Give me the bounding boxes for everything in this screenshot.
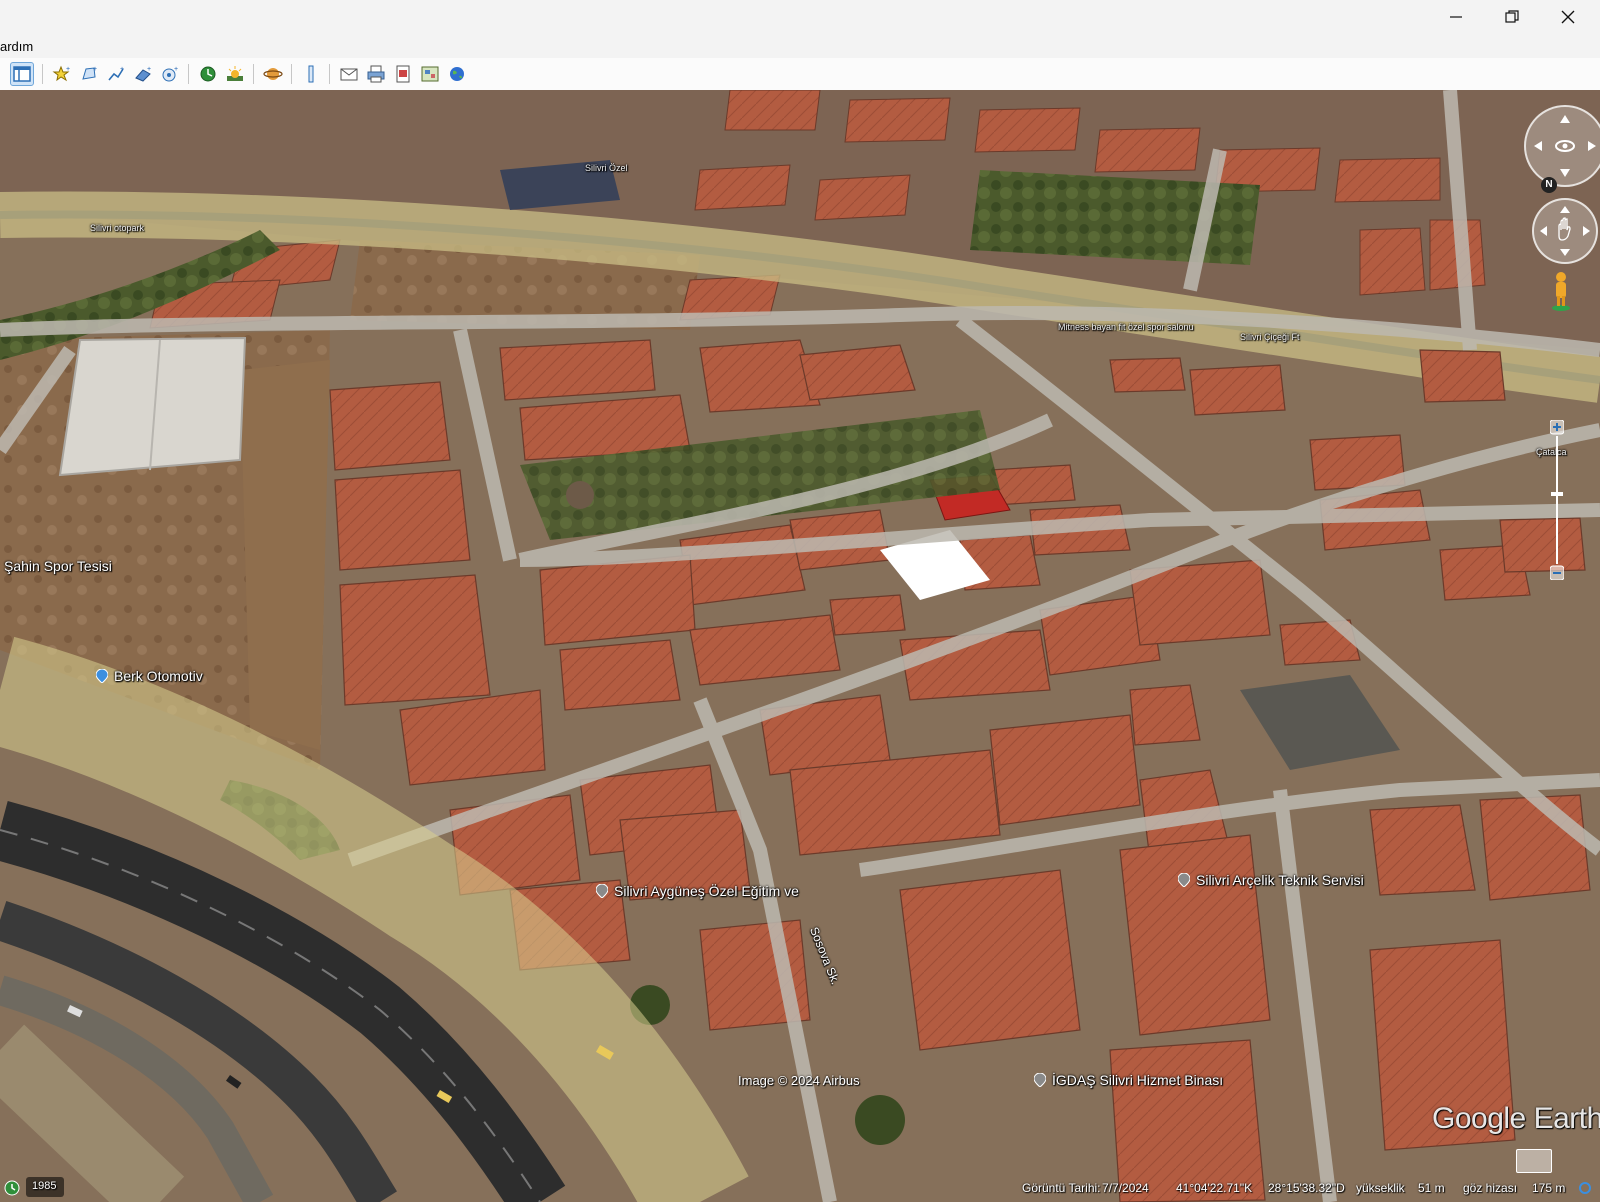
toolbar-separator (253, 64, 254, 84)
move-control[interactable] (1532, 198, 1598, 264)
poi-berk-otomotiv[interactable]: Berk Otomotiv (96, 668, 203, 684)
save-image-icon[interactable] (391, 62, 415, 86)
restore-icon[interactable] (1484, 0, 1540, 34)
year-badge[interactable]: 1985 (26, 1177, 64, 1197)
loading-indicator-icon (1579, 1182, 1591, 1194)
poi-label: İGDAŞ Silivri Hizmet Binası (1052, 1072, 1224, 1088)
google-earth-logo: Google Earth (1432, 1102, 1600, 1135)
poi-silivri-ozel[interactable]: Silivri Özel (585, 163, 628, 173)
poi-label: Silivri Aygüneş Özel Eğitim ve (614, 883, 799, 899)
toolbar: + + + + + (0, 58, 1600, 91)
poi-label: Mitness bayan fit özel spor salonu (1058, 322, 1194, 332)
sunlight-icon[interactable] (223, 62, 247, 86)
ruler-icon[interactable] (299, 62, 323, 86)
minimize-icon[interactable] (1428, 0, 1484, 34)
menu-item-help[interactable]: ardım (0, 39, 33, 54)
svg-text:+: + (120, 66, 124, 73)
year-label: 1985 (32, 1180, 57, 1192)
svg-text:+: + (174, 66, 178, 73)
path-icon[interactable]: + (104, 62, 128, 86)
elevation-label: yükseklik (1356, 1181, 1405, 1195)
toolbar-separator (291, 64, 292, 84)
poi-sahin-spor[interactable]: Şahin Spor Tesisi (4, 558, 112, 574)
historical-imagery-icon[interactable] (4, 1180, 20, 1196)
planet-icon[interactable] (261, 62, 285, 86)
map-view[interactable]: Şahin Spor Tesisi Berk Otomotiv Silivri … (0, 90, 1600, 1202)
toolbar-separator (329, 64, 330, 84)
historical-imagery-icon[interactable] (196, 62, 220, 86)
north-icon[interactable]: N (1541, 177, 1557, 193)
poi-label: Silivri Çiçeği Ft (1240, 332, 1300, 342)
print-icon[interactable] (364, 62, 388, 86)
window-title-bar (0, 0, 1600, 34)
longitude: 28°15'38.32"D (1268, 1181, 1345, 1195)
polygon-icon[interactable]: + (77, 62, 101, 86)
poi-otopark[interactable]: Silivri otopark (90, 223, 144, 233)
map-pin-icon (596, 884, 608, 898)
eye-altitude-label: göz hizası (1463, 1181, 1518, 1195)
placemark-icon[interactable]: + (50, 62, 74, 86)
elevation: 51 m (1418, 1181, 1445, 1195)
poi-label: Şahin Spor Tesisi (4, 558, 112, 574)
imagery-attribution: Image © 2024 Airbus (738, 1073, 860, 1088)
toolbar-separator (188, 64, 189, 84)
status-bar: 1985 Görüntü Tarihi: 7/7/2024 41°04'22.7… (0, 1149, 1600, 1202)
eye-icon (1534, 115, 1596, 177)
map-icon[interactable] (418, 62, 442, 86)
email-icon[interactable] (337, 62, 361, 86)
poi-label: Silivri Özel (585, 163, 628, 173)
imagery-date-label: Görüntü Tarihi: (1022, 1181, 1101, 1195)
poi-label: Silivri Arçelik Teknik Servisi (1196, 872, 1364, 888)
satellite-imagery (0, 90, 1600, 1202)
poi-cicegi[interactable]: Silivri Çiçeği Ft (1240, 332, 1300, 342)
poi-fitness[interactable]: Mitness bayan fit özel spor salonu (1058, 322, 1194, 332)
tour-icon[interactable]: + (158, 62, 182, 86)
street-view-pegman-icon[interactable] (1550, 270, 1572, 312)
eye-altitude: 175 m (1532, 1181, 1566, 1195)
toolbar-separator (42, 64, 43, 84)
svg-text:+: + (66, 66, 70, 73)
look-control[interactable] (1524, 105, 1600, 187)
menu-bar: ardım (0, 34, 1600, 58)
earth-icon[interactable] (445, 62, 469, 86)
map-pin-icon (1178, 873, 1190, 887)
hand-icon (1540, 206, 1590, 256)
map-pin-icon (1034, 1073, 1046, 1087)
latitude: 41°04'22.71"K (1176, 1181, 1253, 1195)
map-pin-icon (96, 669, 108, 683)
sidebar-toggle-icon[interactable] (10, 62, 34, 86)
poi-label: Berk Otomotiv (114, 668, 203, 684)
poi-igdas[interactable]: İGDAŞ Silivri Hizmet Binası (1034, 1072, 1223, 1088)
zoom-slider[interactable] (1549, 419, 1565, 581)
poi-arcelik[interactable]: Silivri Arçelik Teknik Servisi (1178, 872, 1364, 888)
svg-text:+: + (147, 66, 151, 73)
poi-label: Silivri otopark (90, 223, 145, 233)
overview-map-icon[interactable] (1516, 1149, 1552, 1173)
imagery-date: 7/7/2024 (1102, 1181, 1149, 1195)
image-overlay-icon[interactable]: + (131, 62, 155, 86)
svg-text:+: + (93, 66, 97, 73)
close-icon[interactable] (1540, 0, 1596, 34)
poi-aygunes[interactable]: Silivri Aygüneş Özel Eğitim ve (596, 883, 799, 899)
